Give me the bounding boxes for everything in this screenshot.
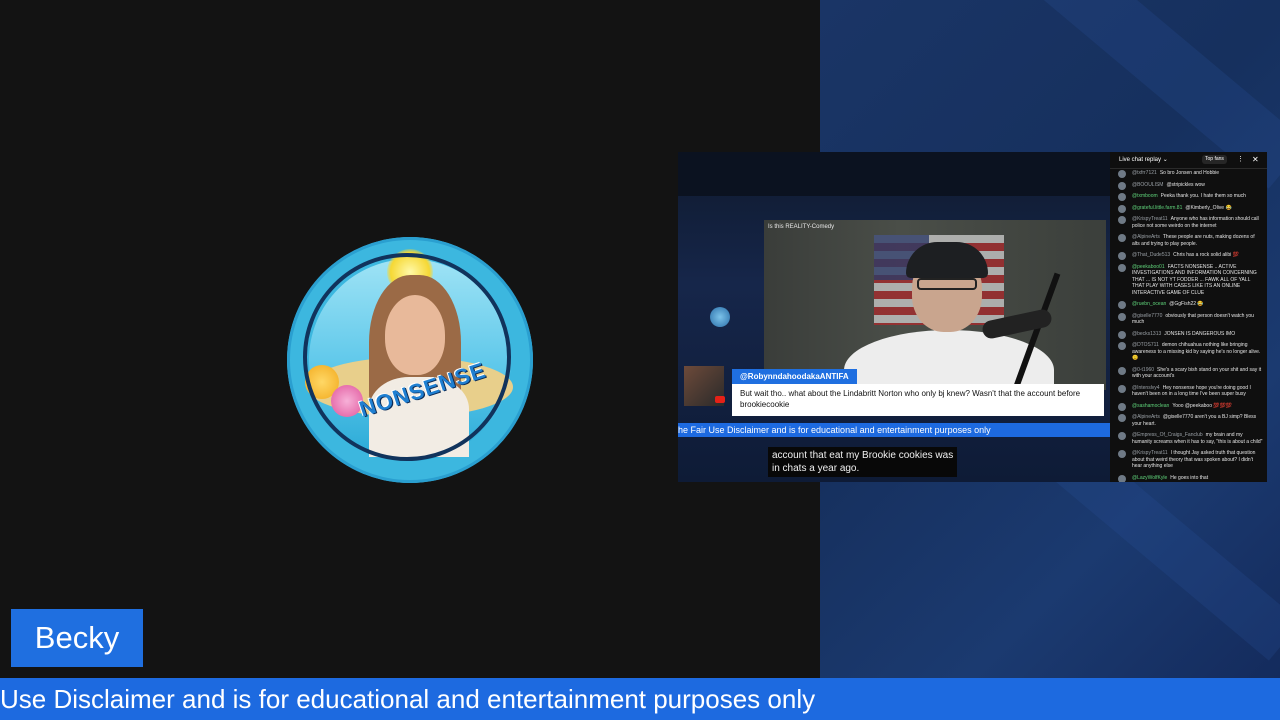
chat-message: @txfrr7121 So bro Jonsen and Hobbie	[1110, 169, 1267, 178]
chat-text: Peeka thank you. I hate them so much	[1160, 193, 1246, 199]
chat-avatar	[1118, 193, 1126, 201]
embedded-video-window: Is this REALITY-Comedy @RobynndahoodakaA…	[678, 152, 1267, 482]
live-chat-replay-dropdown[interactable]: Live chat replay ⌄	[1119, 152, 1168, 168]
chat-text: He goes into that	[1170, 474, 1209, 481]
live-chat-panel: Live chat replay ⌄ Top fans ⋮ ✕ @txfrr71…	[1110, 152, 1267, 482]
chat-author: @KrispyTreat11	[1132, 216, 1168, 222]
chat-message: @KrispyTreat11 I thought Jay asked truth …	[1110, 449, 1267, 471]
chat-text: @Kimberly_Olive 😂	[1185, 204, 1232, 211]
chat-author: @grateful.little.farm.81	[1132, 204, 1183, 211]
chat-author: @becks1313	[1132, 330, 1162, 337]
chat-message: @giselle7770 obviously that person doesn'…	[1110, 312, 1267, 327]
chat-author: @BOOULISM	[1132, 181, 1164, 188]
chat-text: So bro Jonsen and Hobbie	[1159, 170, 1220, 176]
chat-avatar	[1118, 432, 1126, 440]
chat-author: @txfrr7121	[1132, 170, 1157, 176]
chat-avatar	[1118, 216, 1126, 224]
video-player[interactable]: Is this REALITY-Comedy @RobynndahoodakaA…	[678, 152, 1110, 482]
chat-text: @GgFish22 😂	[1169, 301, 1204, 307]
webcam-feed: Is this REALITY-Comedy	[764, 220, 1106, 390]
chat-text: JONSEN IS DANGEROUS IMO	[1164, 330, 1236, 337]
chat-avatar	[1118, 384, 1126, 393]
chat-author: @AlpineArts	[1132, 414, 1160, 420]
youtube-icon	[715, 396, 725, 403]
chat-message: @That_Dude513 Chris has a rock solid alib…	[1110, 251, 1267, 260]
chat-message: @KrispyTreat11 Anyone who has information…	[1110, 215, 1267, 230]
chat-message: @BOOULISM @stripickles wow	[1110, 181, 1267, 190]
chat-author: @0-t1960	[1132, 366, 1155, 373]
player-top-bar	[678, 152, 1110, 196]
chat-avatar	[1118, 402, 1126, 411]
inner-disclaimer-ticker: he Fair Use Disclaimer and is for educat…	[678, 423, 1110, 437]
webcam-title: Is this REALITY-Comedy	[768, 224, 835, 230]
chat-author: @KrispyTreat11	[1132, 450, 1168, 456]
chat-avatar	[1118, 263, 1126, 272]
chat-avatar	[1118, 342, 1126, 350]
commenter-handle: @RobynndahoodakaANTIFA	[732, 369, 857, 385]
chat-avatar	[1118, 312, 1126, 321]
chat-avatar	[1118, 234, 1126, 242]
chat-author: @sashamoclean	[1132, 402, 1170, 409]
chat-message: @AlpineArts These people are nuts, making…	[1110, 233, 1267, 248]
chat-avatar	[1118, 366, 1126, 375]
caption-line: in chats a year ago.	[772, 463, 860, 474]
streamer-glasses	[917, 278, 977, 290]
chat-message: @0-t1960 She's a scary bish stand on your…	[1110, 366, 1267, 381]
chat-author: @DTOS711	[1132, 342, 1159, 348]
live-chat-header: Live chat replay ⌄ Top fans ⋮ ✕	[1110, 152, 1267, 169]
presenter-name-tag: Becky	[11, 609, 143, 667]
chat-message: @txmboom Peeka thank you. I hate them so …	[1110, 192, 1267, 201]
chat-avatar	[1118, 474, 1126, 482]
chat-author: @peekaboo01	[1132, 263, 1165, 270]
closed-caption: account that eat my Brookie cookies was …	[768, 447, 958, 477]
caption-line: account that eat my Brookie cookies was	[772, 450, 954, 461]
chat-author: @That_Dude513	[1132, 252, 1171, 258]
chat-author: @ruebn_ocean	[1132, 301, 1167, 307]
chat-avatar	[1118, 330, 1126, 339]
chat-author: @AlpineArts	[1132, 234, 1160, 240]
chat-avatar	[1118, 252, 1126, 260]
chat-avatar	[1118, 301, 1126, 309]
chat-message: @AlpineArts @giselle7770 aren't you a BJ …	[1110, 413, 1267, 428]
chat-author: @giselle7770	[1132, 312, 1163, 319]
chat-text: Yooo @peekaboo 💯💯💯	[1172, 402, 1233, 409]
chat-message: @LazyWolfKyle He goes into that	[1110, 474, 1267, 482]
top-fans-button[interactable]: Top fans	[1202, 155, 1227, 164]
chat-message: @grateful.little.farm.81 @Kimberly_Olive …	[1110, 204, 1267, 213]
channel-avatar: NONSENSE	[287, 237, 533, 483]
chat-message: @Intenslvy4 Hey nonsense hope you're doin…	[1110, 384, 1267, 399]
comment-text: But wait tho.. what about the Lindabritt…	[732, 384, 1104, 416]
featured-comment-card: @RobynndahoodakaANTIFA But wait tho.. wh…	[684, 366, 1104, 418]
chat-avatar	[1118, 414, 1126, 422]
chat-text: Chris has a rock solid alibi 💯	[1173, 252, 1239, 258]
disclaimer-ticker: Use Disclaimer and is for educational an…	[0, 678, 1280, 720]
chat-avatar	[1118, 170, 1126, 178]
chat-message: @DTOS711 demon chihuahua nothing like bri…	[1110, 341, 1267, 363]
chat-message-list[interactable]: @txfrr7121 So bro Jonsen and Hobbie @BOOUL…	[1110, 169, 1267, 482]
chat-text: @stripickles wow	[1166, 181, 1205, 188]
chat-message: @ruebn_ocean @GgFish22 😂	[1110, 300, 1267, 309]
chat-author: @LazyWolfKyle	[1132, 474, 1168, 481]
chat-avatar	[1118, 181, 1126, 190]
chat-author: @Empress_Of_Craigs_Fanclub	[1132, 432, 1203, 438]
chat-message: @becks1313 JONSEN IS DANGEROUS IMO	[1110, 330, 1267, 339]
chat-message: @peekaboo01 FACTS NONSENSE .. ACTIVE INVE…	[1110, 263, 1267, 298]
chat-author: @txmboom	[1132, 193, 1158, 199]
chat-author: @Intenslvy4	[1132, 384, 1160, 391]
chat-message: @sashamoclean Yooo @peekaboo 💯💯💯	[1110, 402, 1267, 411]
chat-avatar	[1118, 450, 1126, 458]
more-options-icon[interactable]: ⋮	[1237, 152, 1244, 168]
close-icon[interactable]: ✕	[1252, 152, 1259, 168]
chat-avatar	[1118, 204, 1126, 213]
avatar-ring	[303, 253, 511, 461]
chat-message: @Empress_Of_Craigs_Fanclub my brain and m…	[1110, 431, 1267, 446]
channel-badge-icon	[710, 307, 730, 327]
